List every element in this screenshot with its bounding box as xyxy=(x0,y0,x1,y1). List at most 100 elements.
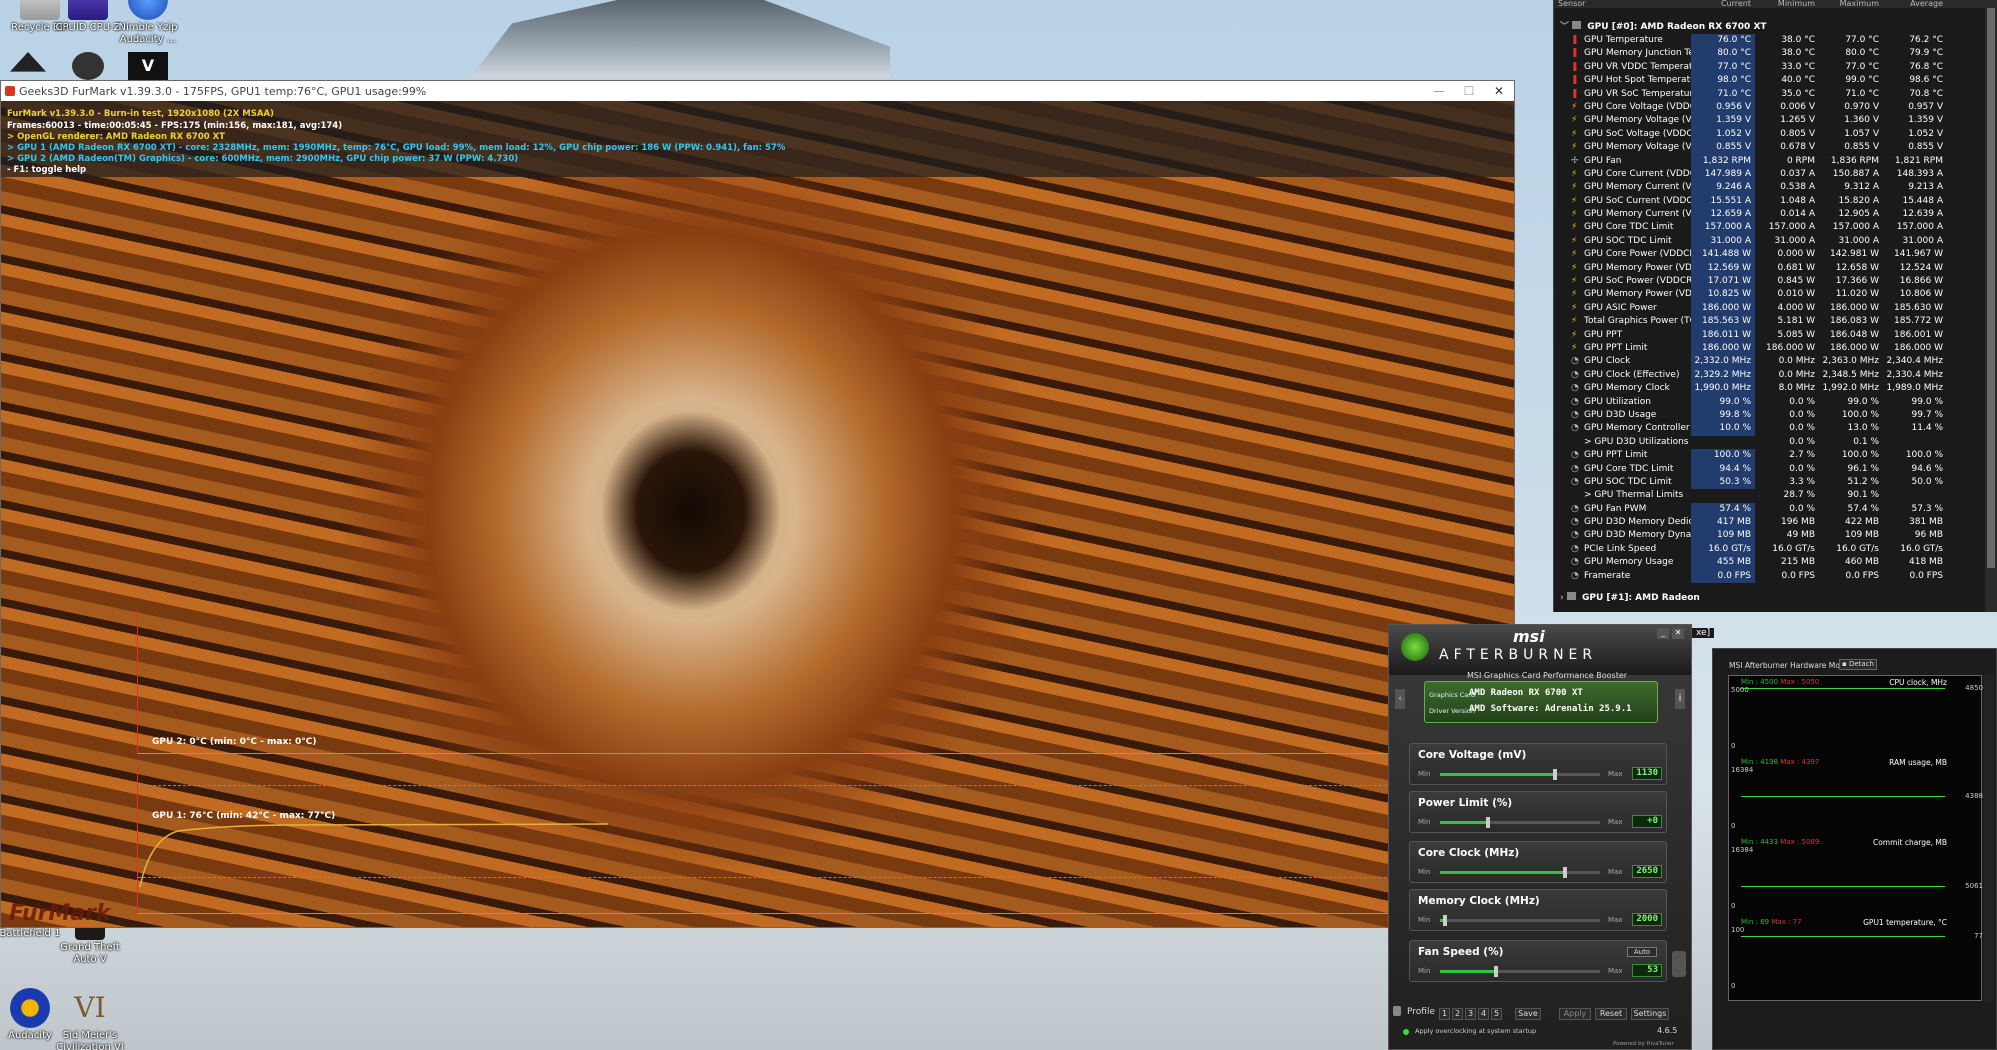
core-clock-value-input[interactable]: 2650 xyxy=(1632,865,1662,878)
sensor-row[interactable]: ⚡GPU Memory Voltage (VDDCI...0.855 V0.67… xyxy=(1554,141,1997,155)
sensor-row[interactable]: ⚡GPU Core Current (VDDCR_...147.989 A 0.0… xyxy=(1554,167,1997,182)
core-voltage-slider-thumb[interactable] xyxy=(1553,769,1558,780)
fan-speed-slider[interactable] xyxy=(1440,966,1600,977)
app-icon-vegas[interactable]: V xyxy=(128,52,168,80)
sensor-row[interactable]: ◔ GPU Clock (Effective) 2,329.2 MHz 0.0 MHz… xyxy=(1554,368,1997,383)
apply-button[interactable]: Apply xyxy=(1559,1008,1591,1020)
hwinfo-sensor-window[interactable]: Sensor Current Minimum Maximum Average ﹀… xyxy=(1553,0,1997,612)
desktop-icon-gta5[interactable]: Grand Theft Auto V xyxy=(50,922,130,966)
core-clock-slider-thumb[interactable] xyxy=(1562,867,1567,878)
lock-icon[interactable] xyxy=(1393,1006,1401,1016)
col-sensor[interactable]: Sensor xyxy=(1554,0,1691,8)
sensor-row[interactable]: ◔ GPU SOC TDC Limit 50.3 % 3.3 % 51.2 % 50.0 … xyxy=(1554,475,1997,490)
detach-button[interactable]: ▪ Detach xyxy=(1839,659,1877,670)
sensor-row[interactable]: ◔ PCIe Link Speed 16.0 GT/s 16.0 GT/s 16.0 G… xyxy=(1554,542,1997,557)
sensor-row[interactable]: ⚡GPU Memory Current (VDDC...12.659 A 0.01… xyxy=(1554,208,1997,222)
sensor-row[interactable]: ⚡GPU Memory Power (VDDIO)12.569 W 0.681 W… xyxy=(1554,261,1997,276)
ab-left-arrow-icon[interactable]: ‹ xyxy=(1395,689,1405,709)
ab-close-button[interactable]: ✕ xyxy=(1672,628,1684,639)
memory-clock-slider[interactable] xyxy=(1440,915,1600,926)
sensor-row[interactable]: ◔GPU D3D Memory Dynamic109 MB49 MB109 MB… xyxy=(1554,529,1997,543)
ab-info-icon[interactable]: i xyxy=(1675,689,1685,709)
profile-slot-4[interactable]: 4 xyxy=(1478,1008,1489,1020)
afterburner-window[interactable]: msi AFTERBURNER _ ✕ MSI Graphics Card Pe… xyxy=(1388,624,1692,1050)
hardware-monitor-window[interactable]: MSI Afterburner Hardware Monitor ▪ Detac… xyxy=(1712,648,1997,1050)
memory-clock-value-input[interactable]: 2000 xyxy=(1632,913,1662,926)
sensor-row[interactable]: ⚡ GPU Core TDC Limit 157.000 A 157.000 A 157… xyxy=(1554,221,1997,235)
sensor-row[interactable]: ⚡GPU Memory Current (VDDIO)9.246 A 0.538 … xyxy=(1554,181,1997,195)
hwinfo-group-gpu0[interactable]: ﹀ GPU [#0]: AMD Radeon RX 6700 XT xyxy=(1554,20,1997,34)
sensor-row[interactable]: ◔GPU Memory Controller Utiliz...10.0 % 0.… xyxy=(1554,422,1997,436)
sensor-row[interactable]: ⚡GPU Memory Voltage (VDDIO)1.359 V1.265 … xyxy=(1554,114,1997,128)
sensor-row[interactable]: ✢ GPU Fan 1,832 RPM 0 RPM 1,836 RPM 1,821 RPM xyxy=(1554,154,1997,168)
sensor-row[interactable]: ◔ GPU D3D Usage 99.8 % 0.0 % 100.0 % 99.7 % xyxy=(1554,408,1997,423)
core-clock-slider[interactable] xyxy=(1440,867,1600,878)
fan-speed-value-input[interactable]: 53 xyxy=(1632,964,1662,977)
core-voltage-value-input[interactable]: 1130 xyxy=(1632,767,1662,780)
profile-slot-2[interactable]: 2 xyxy=(1452,1008,1463,1020)
desktop-icon-audacity-zip[interactable]: Nimble Yzip Audacity ... xyxy=(108,0,188,46)
col-current[interactable]: Current xyxy=(1691,0,1755,8)
sensor-row[interactable]: ◔ GPU Clock 2,332.0 MHz 0.0 MHz 2,363.0 MHz 2… xyxy=(1554,355,1997,369)
sensor-row[interactable]: ⚡GPU SoC Power (VDDCR_SOC)17.071 W 0.845 … xyxy=(1554,275,1997,289)
power-limit-value-input[interactable]: +0 xyxy=(1632,815,1662,828)
profile-slot-5[interactable]: 5 xyxy=(1491,1008,1502,1020)
sensor-row[interactable]: ⚡Total Graphics Power (TGP)185.563 W 5.18… xyxy=(1554,315,1997,329)
sensor-row[interactable]: ⚡GPU Memory Power (VDDCI_...10.825 W 0.01… xyxy=(1554,288,1997,302)
close-button[interactable]: ✕ xyxy=(1484,84,1514,98)
sensor-row[interactable]: ◔ GPU PPT Limit 100.0 % 2.7 % 100.0 % 100.0 % xyxy=(1554,449,1997,463)
sensor-row[interactable]: ❚GPU Memory Junction Temp...80.0 °C38.0 … xyxy=(1554,47,1997,61)
sensor-row[interactable]: ◔ GPU Utilization 99.0 % 0.0 % 99.0 % 99.0 % xyxy=(1554,395,1997,409)
save-button[interactable]: Save xyxy=(1515,1008,1541,1020)
sensor-max: 11.020 W xyxy=(1835,289,1879,300)
minimize-button[interactable]: — xyxy=(1424,84,1454,98)
sensor-row[interactable]: ⚡GPU SoC Voltage (VDDCR_S...1.052 V0.805… xyxy=(1554,127,1997,142)
sensor-row[interactable]: ⚡ GPU PPT 186.011 W 5.085 W 186.048 W 186.001… xyxy=(1554,328,1997,342)
hwinfo-group-gpu1[interactable]: › GPU [#1]: AMD Radeon xyxy=(1554,591,1997,605)
profile-slot-1[interactable]: 1 xyxy=(1439,1008,1450,1020)
sensor-row[interactable]: ⚡ GPU SOC TDC Limit 31.000 A 31.000 A 31.000… xyxy=(1554,234,1997,249)
power-limit-slider[interactable] xyxy=(1440,817,1600,828)
col-minimum[interactable]: Minimum xyxy=(1755,0,1819,8)
sensor-row[interactable]: ◔ GPU Core TDC Limit 94.4 % 0.0 % 96.1 % 94.6… xyxy=(1554,462,1997,476)
sensor-row[interactable]: ⚡ GPU ASIC Power 186.000 W 4.000 W 186.000 W… xyxy=(1554,301,1997,316)
sensor-row[interactable]: ❚GPU Hot Spot Temperature98.0 °C 40.0 °C 9… xyxy=(1554,74,1997,88)
desktop-icon-civ6[interactable]: VI Sid Meier's Civilization VI xyxy=(50,988,130,1050)
sensor-row[interactable]: ⚡GPU Core Power (VDDCR_GFX)141.488 W 0.00… xyxy=(1554,248,1997,262)
reset-button[interactable]: Reset xyxy=(1595,1008,1627,1020)
monitor-graph-area[interactable]: Min : 4500 Max : 5050 CPU clock, MHz 5000 0… xyxy=(1728,675,1983,1001)
monitor-scrollbar[interactable] xyxy=(1984,675,1994,1001)
sensor-row[interactable]: ⚡GPU SoC Current (VDDCR_S...15.551 A 1.04… xyxy=(1554,194,1997,209)
col-maximum[interactable]: Maximum xyxy=(1819,0,1883,8)
hwinfo-scroll-thumb[interactable] xyxy=(1987,8,1995,568)
sensor-row[interactable]: > GPU Thermal Limits 28.7 % 90.1 % xyxy=(1554,489,1997,502)
hwinfo-scrollbar[interactable] xyxy=(1985,8,1997,612)
settings-button[interactable]: Settings xyxy=(1631,1008,1669,1020)
profile-slot-3[interactable]: 3 xyxy=(1465,1008,1476,1020)
app-icon-inkscape[interactable] xyxy=(10,52,46,72)
startup-indicator-icon[interactable] xyxy=(1403,1029,1409,1035)
sensor-row[interactable]: ⚡ GPU PPT Limit 186.000 W 186.000 W 186.000 … xyxy=(1554,341,1997,356)
sensor-row[interactable]: ❚ GPU Temperature 76.0 °C 38.0 °C 77.0 °C 76.… xyxy=(1554,34,1997,48)
ab-minimize-button[interactable]: _ xyxy=(1657,628,1669,639)
furmark-window[interactable]: Geeks3D FurMark v1.39.3.0 - 175FPS, GPU1… xyxy=(0,80,1515,928)
sensor-row[interactable]: ◔ GPU Memory Usage 455 MB 215 MB 460 MB 418 M… xyxy=(1554,556,1997,570)
core-voltage-slider[interactable] xyxy=(1440,769,1600,780)
memory-clock-slider-thumb[interactable] xyxy=(1442,915,1447,926)
app-icon-obs[interactable] xyxy=(72,52,104,80)
col-average[interactable]: Average xyxy=(1883,0,1947,8)
sensor-row[interactable]: ◔GPU D3D Memory Dedicated417 MB 196 MB 422… xyxy=(1554,516,1997,530)
fan-speed-slider-thumb[interactable] xyxy=(1494,966,1498,977)
sensor-row[interactable]: ◔ Framerate 0.0 FPS 0.0 FPS 0.0 FPS 0.0 FPS xyxy=(1554,569,1997,584)
sensor-row[interactable]: > GPU D3D Utilizations 0.0 % 0.1 % xyxy=(1554,436,1997,449)
sensor-row[interactable]: ◔ GPU Memory Clock 1,990.0 MHz 8.0 MHz 1,992… xyxy=(1554,382,1997,396)
sensor-row[interactable]: ◔ GPU Fan PWM 57.4 % 0.0 % 57.4 % 57.3 % xyxy=(1554,502,1997,517)
sensor-row[interactable]: ⚡GPU Core Voltage (VDDCR_...0.956 V 0.006… xyxy=(1554,100,1997,115)
sensor-row[interactable]: ❚GPU VR VDDC Temperature77.0 °C33.0 °C77… xyxy=(1554,60,1997,75)
sensor-row[interactable]: ❚ GPU VR SoC Temperature 71.0 °C 35.0 °C 71.… xyxy=(1554,87,1997,101)
fan-user-define-icon[interactable] xyxy=(1672,951,1686,977)
fan-auto-button[interactable]: Auto xyxy=(1627,947,1657,957)
power-limit-slider-thumb[interactable] xyxy=(1486,817,1490,828)
furmark-titlebar[interactable]: Geeks3D FurMark v1.39.3.0 - 175FPS, GPU1… xyxy=(1,81,1514,101)
maximize-button[interactable]: ☐ xyxy=(1454,84,1484,98)
